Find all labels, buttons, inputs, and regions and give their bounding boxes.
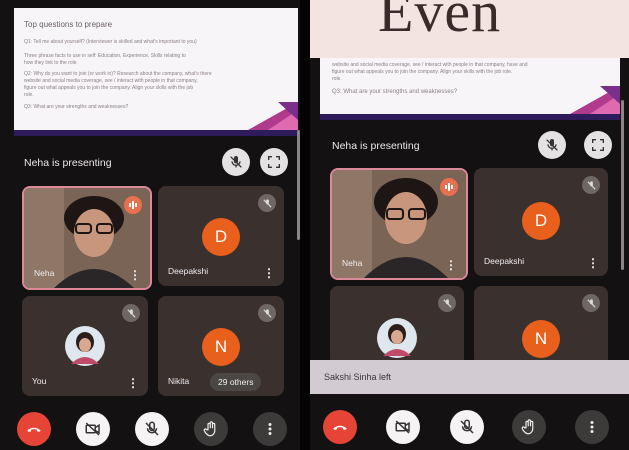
- more-vert-icon[interactable]: ⋮: [263, 267, 275, 279]
- mic-off-icon: [442, 298, 452, 308]
- slide-footer-bar: [14, 130, 298, 136]
- participant-tile-neha[interactable]: Neha ⋮: [22, 186, 152, 290]
- participant-name: Neha: [34, 268, 55, 278]
- slide-line: Q2: Why do you want to join (or work in)…: [24, 71, 212, 77]
- slide-line: Q3: What are your strengths and weakness…: [332, 89, 458, 95]
- mic-off-icon: [230, 156, 242, 168]
- more-vert-icon[interactable]: ⋮: [587, 257, 599, 269]
- raise-hand-button[interactable]: [194, 412, 228, 446]
- mic-off-icon: [145, 421, 159, 436]
- participant-name: Deepakshi: [484, 256, 525, 266]
- mic-toggle-button[interactable]: [450, 410, 484, 444]
- mic-off-icon: [546, 139, 558, 151]
- avatar: [65, 326, 105, 366]
- participant-tile-neha[interactable]: Neha ⋮: [330, 168, 468, 280]
- mute-presenter-button[interactable]: [538, 131, 566, 159]
- participant-left-toast: Sakshi Sinha left: [310, 360, 629, 394]
- slide-decoration: [570, 86, 620, 114]
- participant-tile-you[interactable]: [330, 286, 464, 366]
- mic-off-indicator: [122, 304, 140, 322]
- speaking-icon: [445, 183, 453, 191]
- scrollbar[interactable]: [297, 130, 300, 240]
- presenting-label: Neha is presenting: [24, 157, 112, 169]
- participant-tile-nikita[interactable]: N: [474, 286, 608, 366]
- mic-off-icon: [126, 308, 136, 318]
- avatar: D: [522, 202, 560, 240]
- more-vert-icon[interactable]: ⋮: [129, 269, 141, 281]
- end-call-button[interactable]: [323, 410, 357, 444]
- slide-decoration: [248, 102, 298, 130]
- participant-name: Deepakshi: [168, 266, 209, 276]
- mic-off-indicator: [582, 294, 600, 312]
- participant-tile-deepakshi[interactable]: D Deepakshi ⋮: [158, 186, 284, 286]
- fullscreen-button[interactable]: [260, 148, 288, 176]
- camera-toggle-button[interactable]: [76, 412, 110, 446]
- mic-off-icon: [586, 180, 596, 190]
- more-options-button[interactable]: [253, 412, 287, 446]
- mic-off-icon: [262, 308, 272, 318]
- camera-off-icon: [85, 422, 100, 436]
- slide-footer-bar: [320, 114, 620, 120]
- end-call-icon: [27, 427, 41, 432]
- more-vert-icon: [590, 421, 594, 433]
- more-options-button[interactable]: [575, 410, 609, 444]
- camera-off-icon: [395, 420, 410, 434]
- end-call-icon: [333, 425, 347, 430]
- slide-line: website and social media coverage, see /…: [24, 78, 198, 84]
- slide-line: figure out what appeals you to join the …: [332, 69, 513, 75]
- mic-off-indicator: [582, 176, 600, 194]
- avatar: N: [202, 328, 240, 366]
- participant-name: Neha: [342, 258, 363, 268]
- more-vert-icon: [268, 423, 272, 435]
- raise-hand-button[interactable]: [512, 410, 546, 444]
- left-screenshot: Top questions to prepare Q1: Tell me abo…: [0, 0, 300, 450]
- avatar: D: [202, 218, 240, 256]
- participant-tile-you[interactable]: You ⋮: [22, 296, 148, 396]
- more-vert-icon[interactable]: ⋮: [127, 377, 139, 389]
- hand-raise-icon: [521, 419, 534, 435]
- participant-name: You: [32, 376, 47, 386]
- mute-presenter-button[interactable]: [222, 148, 250, 176]
- slide-line: Q1: Tell me about yourself? (Interviewer…: [24, 39, 197, 45]
- right-screenshot: Even website and social media coverage, …: [310, 0, 629, 450]
- mic-off-icon: [586, 298, 596, 308]
- avatar: N: [522, 320, 560, 358]
- others-count-badge[interactable]: 29 others: [210, 373, 262, 391]
- presenting-label: Neha is presenting: [332, 140, 420, 152]
- camera-toggle-button[interactable]: [386, 410, 420, 444]
- end-call-button[interactable]: [17, 412, 51, 446]
- screenshot-divider: [300, 0, 310, 450]
- mic-off-indicator: [438, 294, 456, 312]
- overlay-banner-text: Even: [378, 0, 502, 44]
- mic-off-icon: [460, 419, 474, 434]
- slide-line: how they link to the role: [24, 60, 77, 66]
- presentation-slide: Top questions to prepare Q1: Tell me abo…: [14, 8, 298, 136]
- participant-name: Nikita: [168, 376, 190, 386]
- mic-toggle-button[interactable]: [135, 412, 169, 446]
- fullscreen-icon: [268, 156, 280, 168]
- scrollbar[interactable]: [621, 100, 624, 270]
- slide-line: Three phrase facts to use in self: Educa…: [24, 53, 186, 59]
- avatar: [377, 318, 417, 358]
- speaking-indicator: [124, 196, 142, 214]
- fullscreen-icon: [592, 139, 604, 151]
- slide-title: Top questions to prepare: [24, 20, 113, 29]
- more-vert-icon[interactable]: ⋮: [445, 259, 457, 271]
- mic-off-icon: [262, 198, 272, 208]
- slide-line: figure out what appeals you to join the …: [24, 85, 194, 91]
- mic-off-indicator: [258, 194, 276, 212]
- slide-line: Q3: What are your strengths and weakness…: [24, 104, 129, 110]
- presentation-slide: website and social media coverage, see /…: [320, 58, 620, 120]
- slide-line: role.: [332, 76, 342, 82]
- hand-raise-icon: [203, 421, 216, 437]
- speaking-indicator: [440, 178, 458, 196]
- fullscreen-button[interactable]: [584, 131, 612, 159]
- mic-off-indicator: [258, 304, 276, 322]
- slide-line: role.: [24, 92, 34, 98]
- slide-line: website and social media coverage, see /…: [332, 62, 528, 68]
- participant-tile-deepakshi[interactable]: D Deepakshi ⋮: [474, 168, 608, 276]
- speaking-icon: [129, 201, 137, 209]
